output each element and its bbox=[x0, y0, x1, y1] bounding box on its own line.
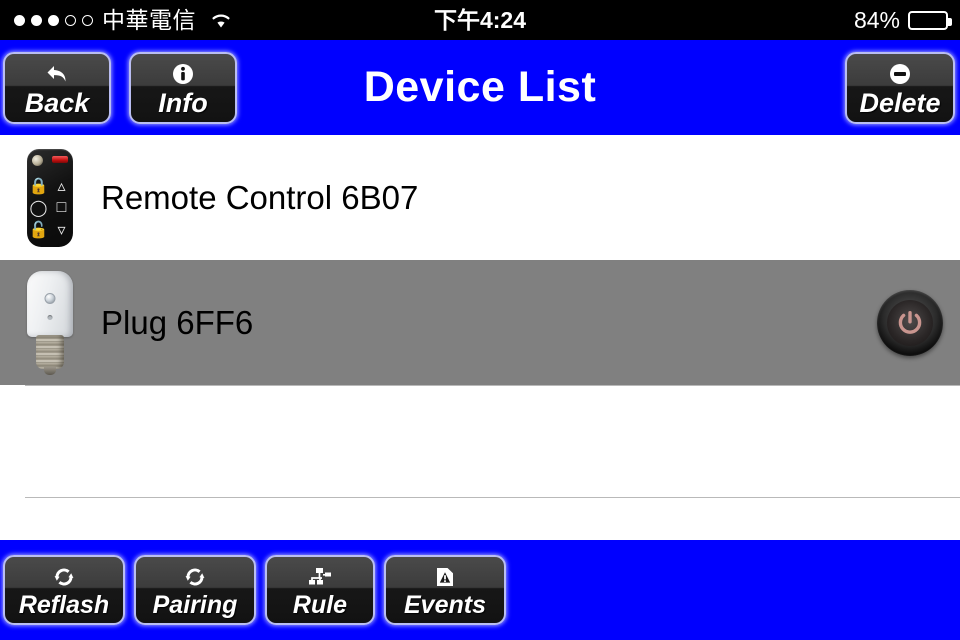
sitemap-icon bbox=[307, 564, 333, 590]
bottom-toolbar: Reflash Pairing Rule Events bbox=[0, 540, 960, 640]
rule-button[interactable]: Rule bbox=[265, 555, 375, 625]
table-row[interactable]: Plug 6FF6 bbox=[0, 260, 960, 385]
status-bar-right: 84% bbox=[853, 6, 960, 33]
device-list[interactable]: 🔒 ▵ ◯ □ 🔓 ▿ Remote Control 6B07 Plug 6FF… bbox=[0, 135, 960, 540]
wifi-icon bbox=[209, 11, 233, 29]
back-arrow-icon bbox=[44, 61, 70, 87]
events-button-label: Events bbox=[404, 591, 486, 619]
list-separator bbox=[25, 497, 960, 498]
navigation-bar: Device List Back Info Delete bbox=[0, 40, 960, 135]
list-separator bbox=[25, 385, 960, 386]
minus-circle-icon bbox=[889, 61, 911, 87]
device-name-label: Remote Control 6B07 bbox=[101, 179, 419, 216]
events-button[interactable]: Events bbox=[384, 555, 506, 625]
battery-icon bbox=[908, 10, 952, 30]
power-toggle-button[interactable] bbox=[877, 289, 943, 356]
delete-button-label: Delete bbox=[859, 88, 941, 118]
power-icon bbox=[887, 299, 933, 346]
status-bar: 中華電信 下午4:24 84% bbox=[0, 0, 960, 40]
app-root: 中華電信 下午4:24 84% Device List Back Info De… bbox=[0, 0, 960, 640]
row-accessory bbox=[860, 289, 960, 356]
delete-button[interactable]: Delete bbox=[845, 52, 955, 124]
refresh-icon bbox=[52, 564, 76, 590]
battery-percent-label: 84% bbox=[853, 6, 900, 33]
warning-document-icon bbox=[433, 564, 457, 590]
info-button[interactable]: Info bbox=[129, 52, 237, 124]
rule-button-label: Rule bbox=[292, 591, 348, 619]
clock: 下午4:24 bbox=[433, 6, 527, 33]
sync-icon bbox=[183, 564, 207, 590]
pairing-button-label: Pairing bbox=[152, 591, 238, 619]
device-name-label: Plug 6FF6 bbox=[101, 304, 254, 341]
info-circle-icon bbox=[172, 61, 194, 87]
table-row[interactable]: 🔒 ▵ ◯ □ 🔓 ▿ Remote Control 6B07 bbox=[0, 135, 960, 260]
carrier-name: 中華電信 bbox=[102, 6, 196, 33]
status-bar-left: 中華電信 bbox=[0, 6, 233, 33]
signal-strength-icon bbox=[14, 14, 93, 26]
info-button-label: Info bbox=[158, 88, 208, 118]
pairing-button[interactable]: Pairing bbox=[134, 555, 256, 625]
back-button-label: Back bbox=[24, 88, 90, 118]
smart-plug-icon bbox=[0, 260, 100, 385]
reflash-button-label: Reflash bbox=[18, 591, 110, 619]
remote-control-icon: 🔒 ▵ ◯ □ 🔓 ▿ bbox=[0, 135, 100, 260]
back-button[interactable]: Back bbox=[3, 52, 111, 124]
reflash-button[interactable]: Reflash bbox=[3, 555, 125, 625]
